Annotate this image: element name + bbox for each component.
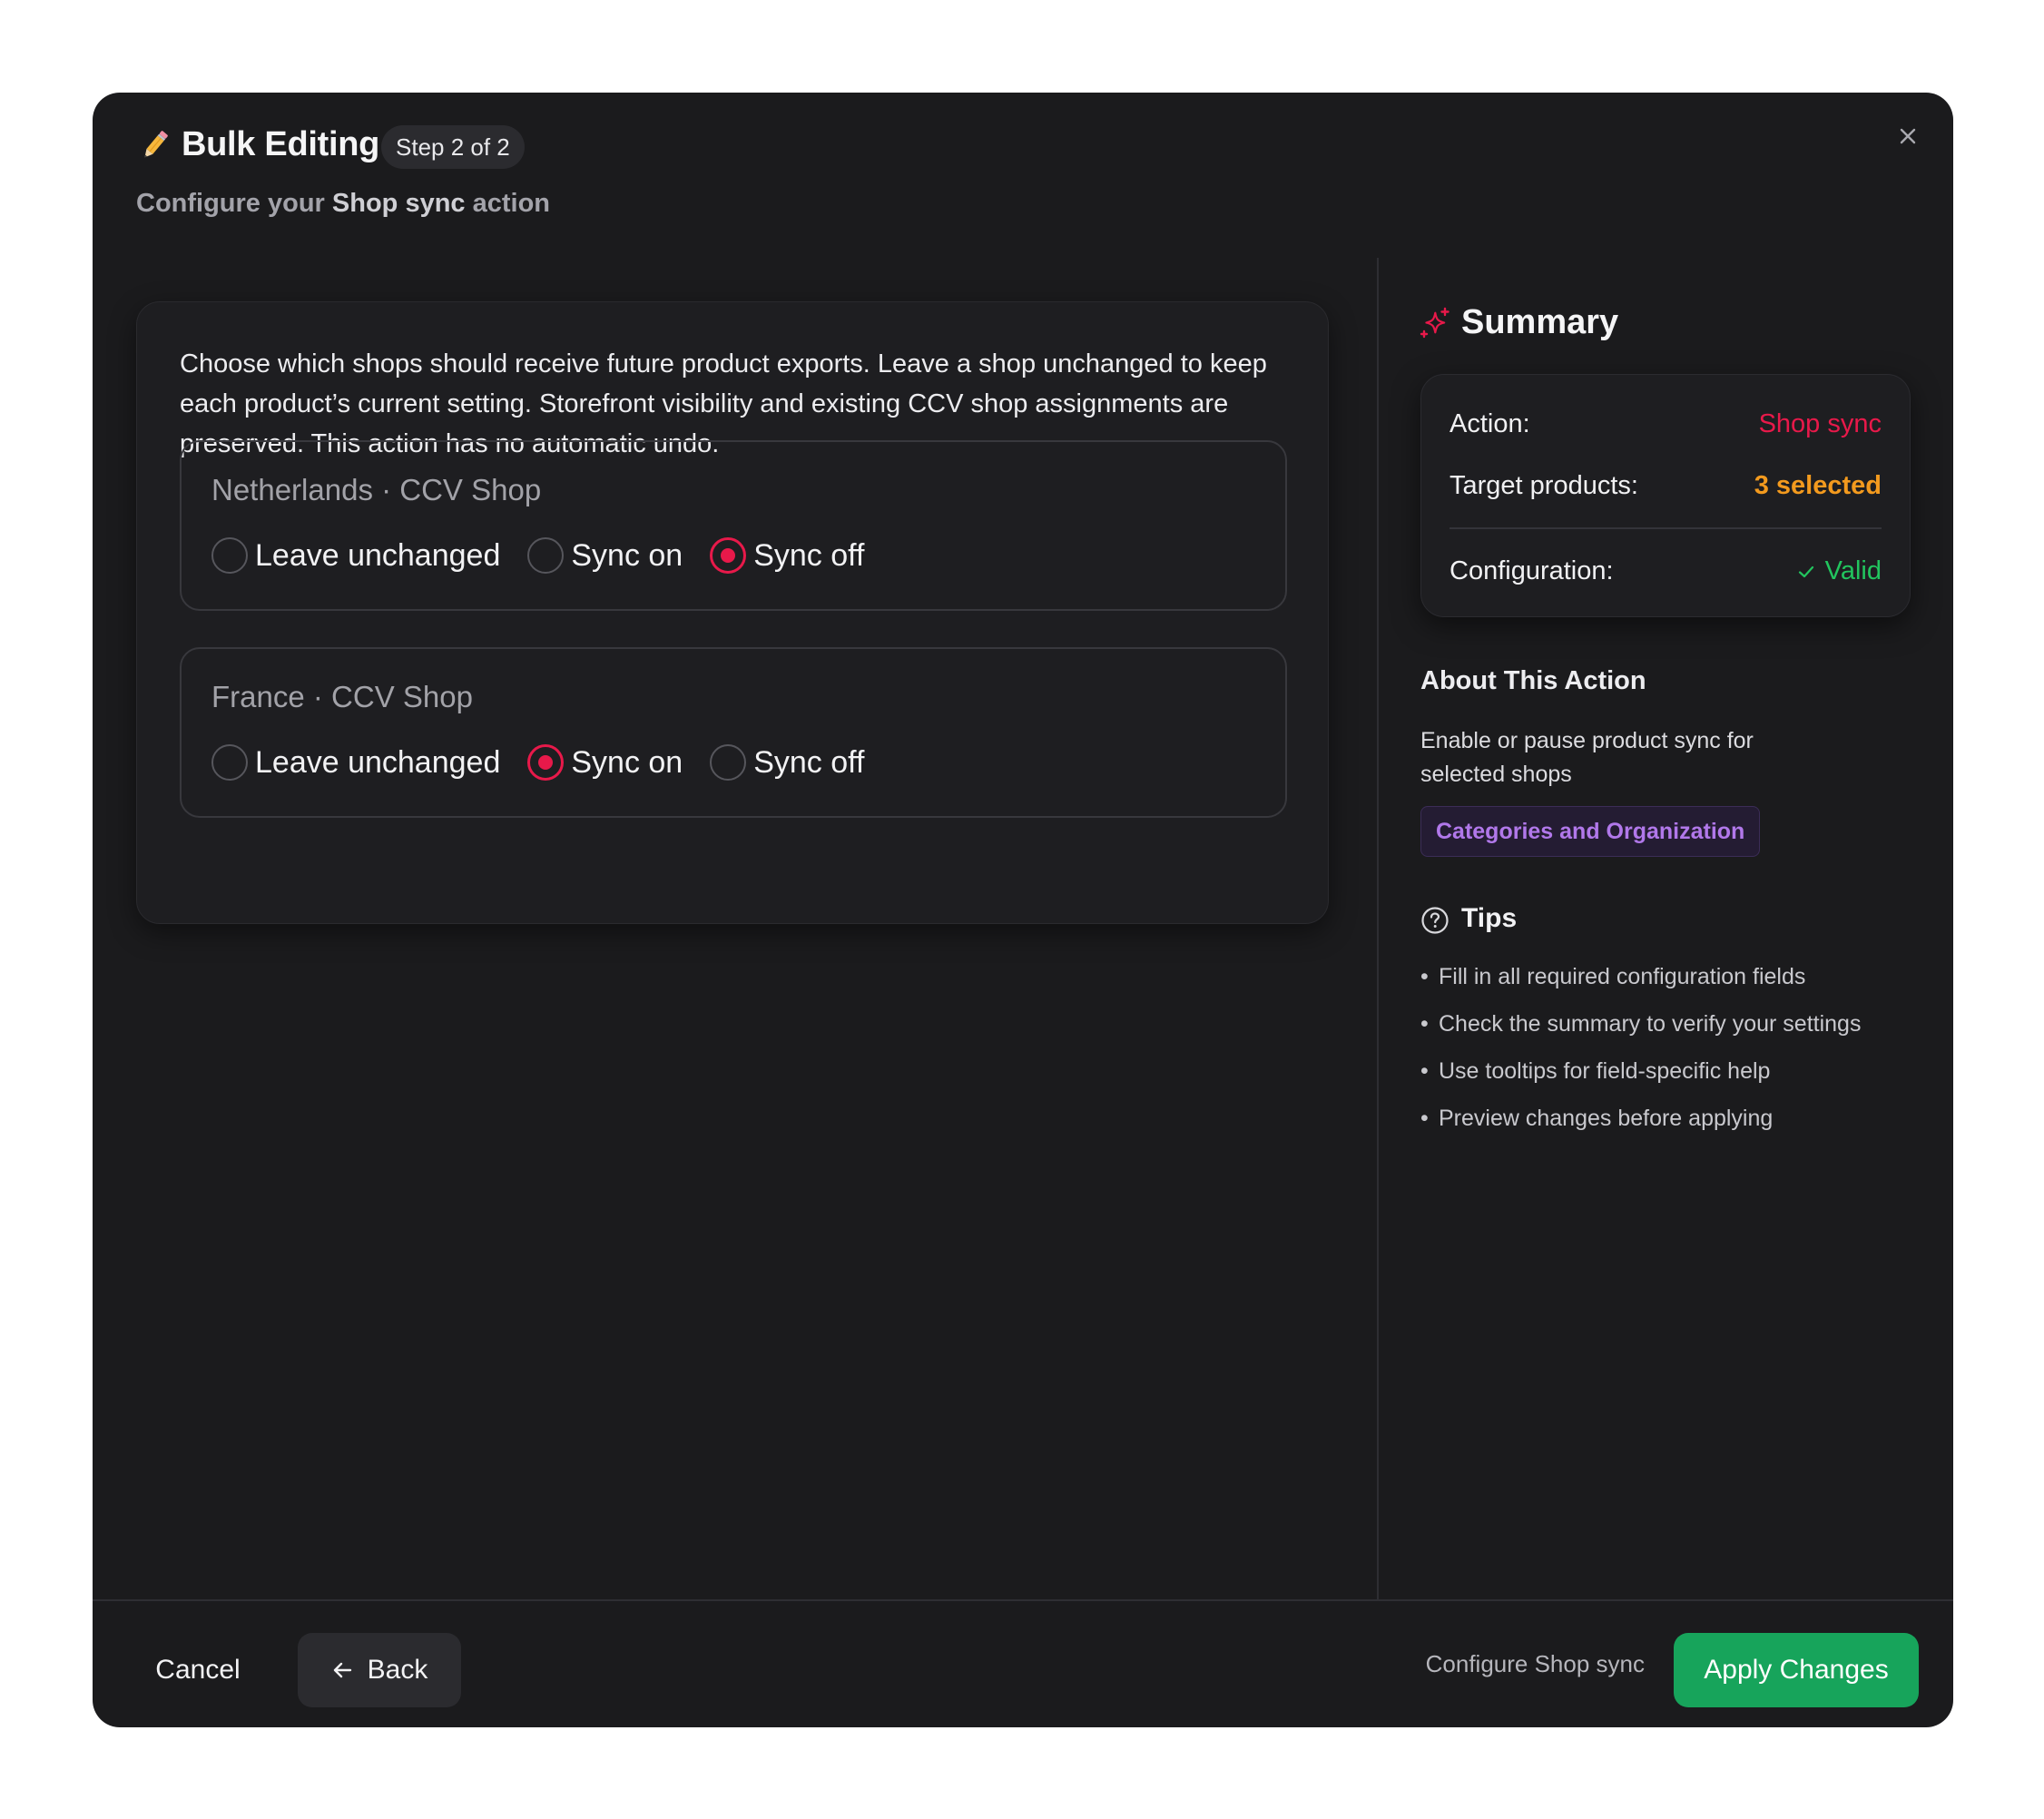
- check-icon: [1798, 565, 1813, 577]
- tips-list: • Fill in all required configuration fiel…: [1420, 960, 1861, 1149]
- shop-group-netherlands: Netherlands · CCV Shop Leave unchanged S…: [180, 440, 1287, 611]
- sync-radio-group: Leave unchanged Sync on Sync off: [211, 536, 891, 575]
- close-button[interactable]: [1888, 116, 1928, 156]
- shop-title: Netherlands · CCV Shop: [211, 473, 542, 506]
- summary-label: Action:: [1449, 409, 1530, 438]
- footer-hint: Configure Shop sync: [1425, 1650, 1645, 1677]
- shop-title: France · CCV Shop: [211, 680, 473, 713]
- summary-row-action: Action: Shop sync: [1449, 409, 1882, 439]
- summary-title: Summary: [1461, 303, 1619, 341]
- tip-text: Use tooltips for field-specific help: [1439, 1058, 1771, 1084]
- category-badge: Categories and Organization: [1420, 806, 1761, 857]
- tip-text: Fill in all required configuration field…: [1439, 964, 1806, 989]
- tip-text: Preview changes before applying: [1439, 1106, 1774, 1131]
- sparkles-icon: [1420, 307, 1450, 339]
- shop-group-france: France · CCV Shop Leave unchanged Sync o…: [180, 647, 1287, 818]
- tip-text: Check the summary to verify your setting…: [1439, 1011, 1862, 1037]
- footer-divider: [93, 1599, 1953, 1601]
- modal-title: Bulk Editing: [182, 125, 380, 163]
- step-badge: Step 2 of 2: [381, 125, 525, 169]
- panel-divider: [1377, 258, 1379, 1599]
- radio-button-checked[interactable]: [527, 744, 565, 781]
- summary-label: Target products:: [1449, 471, 1638, 500]
- radio-leave-unchanged[interactable]: Leave unchanged: [211, 537, 500, 574]
- modal-subtitle: Configure your Shop sync action: [136, 189, 550, 219]
- radio-label: Leave unchanged: [255, 744, 501, 780]
- radio-label: Leave unchanged: [255, 537, 501, 573]
- help-circle-icon: [1420, 906, 1449, 935]
- subtitle-prefix: Configure your: [136, 189, 325, 218]
- about-description: Enable or pause product sync for selecte…: [1420, 728, 1754, 787]
- radio-button-checked[interactable]: [710, 537, 747, 574]
- subtitle-action: Shop sync: [331, 189, 466, 218]
- summary-separator: [1449, 527, 1882, 529]
- list-item: • Use tooltips for field-specific help: [1420, 1055, 1861, 1102]
- apply-changes-button[interactable]: Apply Changes: [1674, 1633, 1919, 1707]
- bulk-edit-modal: Bulk Editing Step 2 of 2 Configure your …: [93, 93, 1953, 1727]
- summary-target-value: 3 selected: [1754, 471, 1882, 500]
- about-title: About This Action: [1420, 666, 1646, 695]
- close-icon: [1900, 128, 1916, 144]
- radio-button[interactable]: [211, 537, 248, 574]
- summary-row-target: Target products: 3 selected: [1449, 471, 1882, 501]
- arrow-left-icon: [333, 1662, 351, 1678]
- back-button[interactable]: Back: [298, 1633, 461, 1707]
- summary-config-status: Valid: [1796, 556, 1882, 586]
- radio-label: Sync off: [753, 744, 865, 780]
- list-item: • Check the summary to verify your settin…: [1420, 1008, 1861, 1055]
- radio-label: Sync off: [753, 537, 865, 573]
- cancel-button[interactable]: Cancel: [136, 1633, 260, 1707]
- summary-label: Configuration:: [1449, 556, 1614, 585]
- summary-card: Action: Shop sync Target products: 3 sel…: [1420, 374, 1911, 617]
- pencil-icon: [136, 127, 172, 163]
- radio-button[interactable]: [211, 744, 248, 781]
- radio-button[interactable]: [527, 537, 565, 574]
- list-item: • Fill in all required configuration fiel…: [1420, 960, 1861, 1008]
- sync-radio-group: Leave unchanged Sync on Sync off: [211, 743, 891, 782]
- list-item: • Preview changes before applying: [1420, 1102, 1861, 1149]
- summary-row-config: Configuration: Valid: [1449, 556, 1882, 586]
- back-label: Back: [367, 1655, 428, 1685]
- radio-leave-unchanged[interactable]: Leave unchanged: [211, 744, 500, 781]
- radio-button[interactable]: [710, 744, 747, 781]
- summary-action-value: Shop sync: [1758, 409, 1882, 438]
- subtitle-suffix: action: [472, 189, 551, 218]
- radio-label: Sync on: [571, 744, 683, 780]
- radio-sync-on[interactable]: Sync on: [527, 537, 683, 574]
- radio-sync-off[interactable]: Sync off: [710, 744, 864, 781]
- configuration-card: Choose which shops should receive future…: [136, 301, 1329, 924]
- summary-config-value: Valid: [1824, 556, 1882, 585]
- radio-sync-on[interactable]: Sync on: [527, 744, 683, 781]
- radio-label: Sync on: [571, 537, 683, 573]
- tips-title: Tips: [1461, 903, 1518, 933]
- radio-sync-off[interactable]: Sync off: [710, 537, 864, 574]
